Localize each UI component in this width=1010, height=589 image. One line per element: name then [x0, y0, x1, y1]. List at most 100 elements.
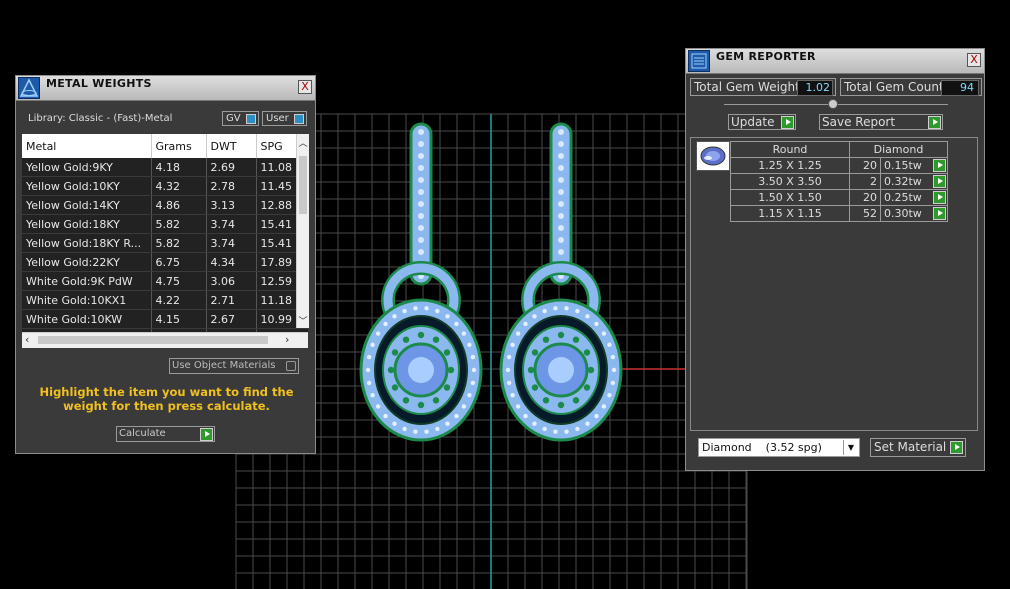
metal-grams: 4.15: [151, 309, 207, 329]
table-row[interactable]: White Gold:10KW 4.15 2.67 10.99: [22, 309, 308, 329]
update-button[interactable]: Update: [728, 114, 796, 130]
scroll-left-icon[interactable]: ‹: [25, 333, 29, 346]
table-row[interactable]: Yellow Gold:14KY 4.86 3.13 12.88: [22, 195, 308, 215]
metal-name: Yellow Gold:9KY: [22, 158, 152, 177]
metal-dwt: 2.78: [206, 176, 257, 196]
metal-weights-app-icon: [18, 77, 40, 99]
gem-size: 1.50 X 1.50: [730, 189, 850, 206]
gem-row[interactable]: 1.25 X 1.25 20 0.15tw: [730, 157, 948, 174]
gem-row[interactable]: 1.50 X 1.50 20 0.25tw: [730, 189, 948, 206]
calculate-label: Calculate: [119, 428, 166, 439]
metal-grams: 4.75: [151, 271, 207, 291]
play-icon[interactable]: [933, 159, 946, 172]
hint-text: Highlight the item you want to find the …: [39, 385, 294, 413]
play-icon: [781, 116, 794, 129]
gem-reporter-titlebar[interactable]: GEM REPORTER X: [686, 49, 984, 74]
metal-name: Yellow Gold:10KY: [22, 176, 152, 196]
scroll-down-icon[interactable]: ﹀: [298, 314, 308, 327]
set-material-button[interactable]: Set Material: [870, 438, 966, 457]
table-row[interactable]: Yellow Gold:9KY 4.18 2.69 11.08: [22, 158, 308, 177]
scroll-thumb[interactable]: [299, 156, 307, 214]
metal-grams: 6.75: [151, 252, 207, 272]
metal-name: Yellow Gold:14KY: [22, 195, 152, 215]
table-row[interactable]: Yellow Gold:10KY 4.32 2.78 11.45: [22, 176, 308, 196]
user-toggle-icon: [294, 114, 304, 124]
gem-weight: 0.32tw: [880, 173, 948, 190]
save-report-button[interactable]: Save Report: [819, 114, 943, 130]
splitter-handle-icon[interactable]: [828, 99, 838, 109]
play-icon[interactable]: [933, 191, 946, 204]
total-weight-group: Total Gem Weight 1.02: [690, 78, 836, 96]
use-object-materials-label: Use Object Materials: [172, 360, 276, 371]
calculate-button[interactable]: Calculate: [116, 426, 215, 442]
metal-dwt: 3.06: [206, 271, 257, 291]
table-row[interactable]: Yellow Gold:22KY 6.75 4.34 17.89: [22, 252, 308, 272]
gv-toggle[interactable]: GV: [222, 111, 259, 126]
earring-left[interactable]: [359, 122, 483, 442]
play-icon[interactable]: [933, 207, 946, 220]
save-report-label: Save Report: [822, 115, 896, 129]
material-select[interactable]: Diamond (3.52 spg) ▼: [698, 438, 860, 457]
gem-table[interactable]: Round Diamond 1.25 X 1.25 20 0.15tw 3.50 X …: [730, 141, 948, 222]
play-icon: [928, 116, 941, 129]
close-icon[interactable]: X: [967, 53, 981, 67]
gem-size: 1.15 X 1.15: [730, 205, 850, 222]
gem-thumbnail[interactable]: [696, 141, 730, 171]
gem-row[interactable]: 1.15 X 1.15 52 0.30tw: [730, 205, 948, 222]
play-icon[interactable]: [933, 175, 946, 188]
user-label: User: [266, 113, 289, 124]
panel-splitter[interactable]: [724, 99, 948, 109]
col-header-dwt[interactable]: DWT: [206, 134, 257, 158]
table-row[interactable]: White Gold:10KX1 4.22 2.71 11.18: [22, 290, 308, 310]
round-gem-icon: [700, 146, 726, 166]
metal-grams: 4.22: [151, 290, 207, 310]
gem-count: 20: [849, 189, 881, 206]
metal-dwt: 2.69: [206, 158, 257, 177]
metal-dwt: 2.67: [206, 309, 257, 329]
chevron-down-icon[interactable]: ▼: [843, 440, 858, 455]
gem-reporter-panel: GEM REPORTER X Total Gem Weight 1.02 Tot…: [685, 48, 985, 471]
metal-table[interactable]: Metal Grams DWT SPG Yellow Gold:9KY 4.18 2…: [22, 134, 308, 345]
gv-label: GV: [226, 113, 241, 124]
table-row[interactable]: Yellow Gold:18KY R... 5.82 3.74 15.41: [22, 233, 308, 253]
col-header-metal[interactable]: Metal: [22, 134, 152, 158]
metal-dwt: 3.13: [206, 195, 257, 215]
total-count-label: Total Gem Count: [844, 80, 944, 94]
gem-count: 2: [849, 173, 881, 190]
user-toggle[interactable]: User: [262, 111, 307, 126]
gem-row[interactable]: 3.50 X 3.50 2 0.32tw: [730, 173, 948, 190]
col-header-grams[interactable]: Grams: [151, 134, 207, 158]
metal-grams: 4.86: [151, 195, 207, 215]
use-object-materials-toggle[interactable]: Use Object Materials: [169, 358, 299, 374]
gem-reporter-app-icon: [688, 50, 710, 72]
metal-grams: 4.18: [151, 158, 207, 177]
play-icon: [950, 441, 963, 454]
set-material-label: Set Material: [874, 440, 947, 454]
gem-weight: 0.30tw: [880, 205, 948, 222]
gem-count: 52: [849, 205, 881, 222]
update-label: Update: [731, 115, 775, 129]
scroll-right-icon[interactable]: ›: [285, 333, 289, 346]
gem-reporter-title: GEM REPORTER: [716, 50, 816, 63]
metal-grams: 4.32: [151, 176, 207, 196]
metal-dwt: 4.34: [206, 252, 257, 272]
total-count-group: Total Gem Count 94: [840, 78, 982, 96]
metal-name: Yellow Gold:18KY R...: [22, 233, 152, 253]
close-icon[interactable]: X: [298, 80, 312, 94]
metal-name: White Gold:10KX1: [22, 290, 152, 310]
metal-table-vscroll[interactable]: ︿ ﹀: [296, 134, 309, 328]
total-weight-label: Total Gem Weight: [694, 80, 800, 94]
metal-grams: 5.82: [151, 233, 207, 253]
metal-table-hscroll[interactable]: ‹ ›: [22, 332, 308, 348]
radio-icon: [286, 361, 296, 371]
metal-weights-titlebar[interactable]: METAL WEIGHTS X: [16, 76, 315, 101]
table-row[interactable]: Yellow Gold:18KY 5.82 3.74 15.41: [22, 214, 308, 234]
metal-dwt: 3.74: [206, 214, 257, 234]
metal-name: Yellow Gold:18KY: [22, 214, 152, 234]
table-row[interactable]: White Gold:9K PdW 4.75 3.06 12.59: [22, 271, 308, 291]
earring-right[interactable]: [499, 122, 623, 442]
scroll-h-thumb[interactable]: [38, 336, 268, 344]
gem-weight: 0.15tw: [880, 157, 948, 174]
scroll-up-icon[interactable]: ︿: [298, 136, 308, 149]
metal-name: White Gold:10KW: [22, 309, 152, 329]
